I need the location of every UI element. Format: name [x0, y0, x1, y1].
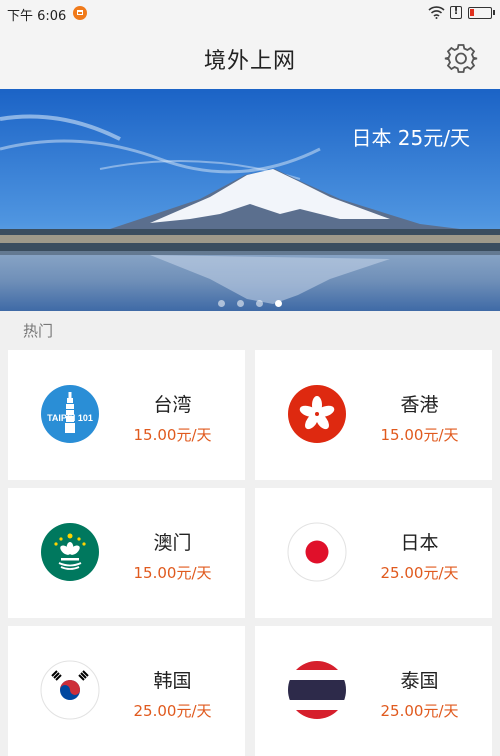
page-title: 境外上网	[203, 49, 296, 74]
alert-icon: !	[450, 6, 462, 19]
status-time: 下午 6:06	[7, 9, 67, 24]
destination-card-japan[interactable]: 日本 25.00元/天	[255, 488, 492, 618]
taipei-101-logo-icon: TAIPEI 101	[40, 384, 100, 444]
destination-card-thailand[interactable]: 泰国 25.00元/天	[255, 626, 492, 756]
japan-flag-icon	[287, 522, 347, 582]
destination-price: 25.00元/天	[133, 702, 212, 720]
destination-price: 15.00元/天	[133, 426, 212, 444]
destination-card-hongkong[interactable]: 香港 15.00元/天	[255, 350, 492, 480]
destination-price: 15.00元/天	[133, 564, 212, 582]
macau-flag-icon	[40, 522, 100, 582]
pagination-dot[interactable]	[218, 300, 225, 307]
banner-pagination	[0, 292, 500, 311]
destination-name: 澳门	[153, 532, 192, 554]
settings-gear-icon[interactable]	[444, 41, 478, 75]
destination-card-macau[interactable]: 澳门 15.00元/天	[8, 488, 245, 618]
destination-name: 泰国	[400, 670, 439, 692]
notification-app-icon	[73, 6, 87, 20]
app-header: 境外上网	[0, 26, 500, 89]
battery-icon	[468, 7, 495, 19]
pagination-dot[interactable]	[256, 300, 263, 307]
destination-price: 25.00元/天	[380, 564, 459, 582]
thailand-flag-icon	[287, 660, 347, 720]
destination-price: 25.00元/天	[380, 702, 459, 720]
south-korea-flag-icon	[40, 660, 100, 720]
pagination-dot-active[interactable]	[275, 300, 282, 307]
status-bar: 下午 6:06 !	[0, 0, 500, 26]
destination-card-korea[interactable]: 韩国 25.00元/天	[8, 626, 245, 756]
destination-price: 15.00元/天	[380, 426, 459, 444]
destination-name: 香港	[400, 394, 439, 416]
destination-name: 台湾	[153, 394, 192, 416]
banner-price-text: 日本 25元/天	[351, 126, 470, 150]
destination-name: 韩国	[153, 670, 192, 692]
promo-banner[interactable]: 日本 25元/天	[0, 89, 500, 311]
wifi-icon	[428, 5, 445, 23]
destination-name: 日本	[400, 532, 439, 554]
destination-card-taiwan[interactable]: TAIPEI 101 台湾 15.00元/天	[8, 350, 245, 480]
pagination-dot[interactable]	[237, 300, 244, 307]
hong-kong-flag-icon	[287, 384, 347, 444]
taipei-logo-text: TAIPEI 101	[47, 413, 93, 423]
section-label-hot: 热门	[23, 322, 54, 340]
